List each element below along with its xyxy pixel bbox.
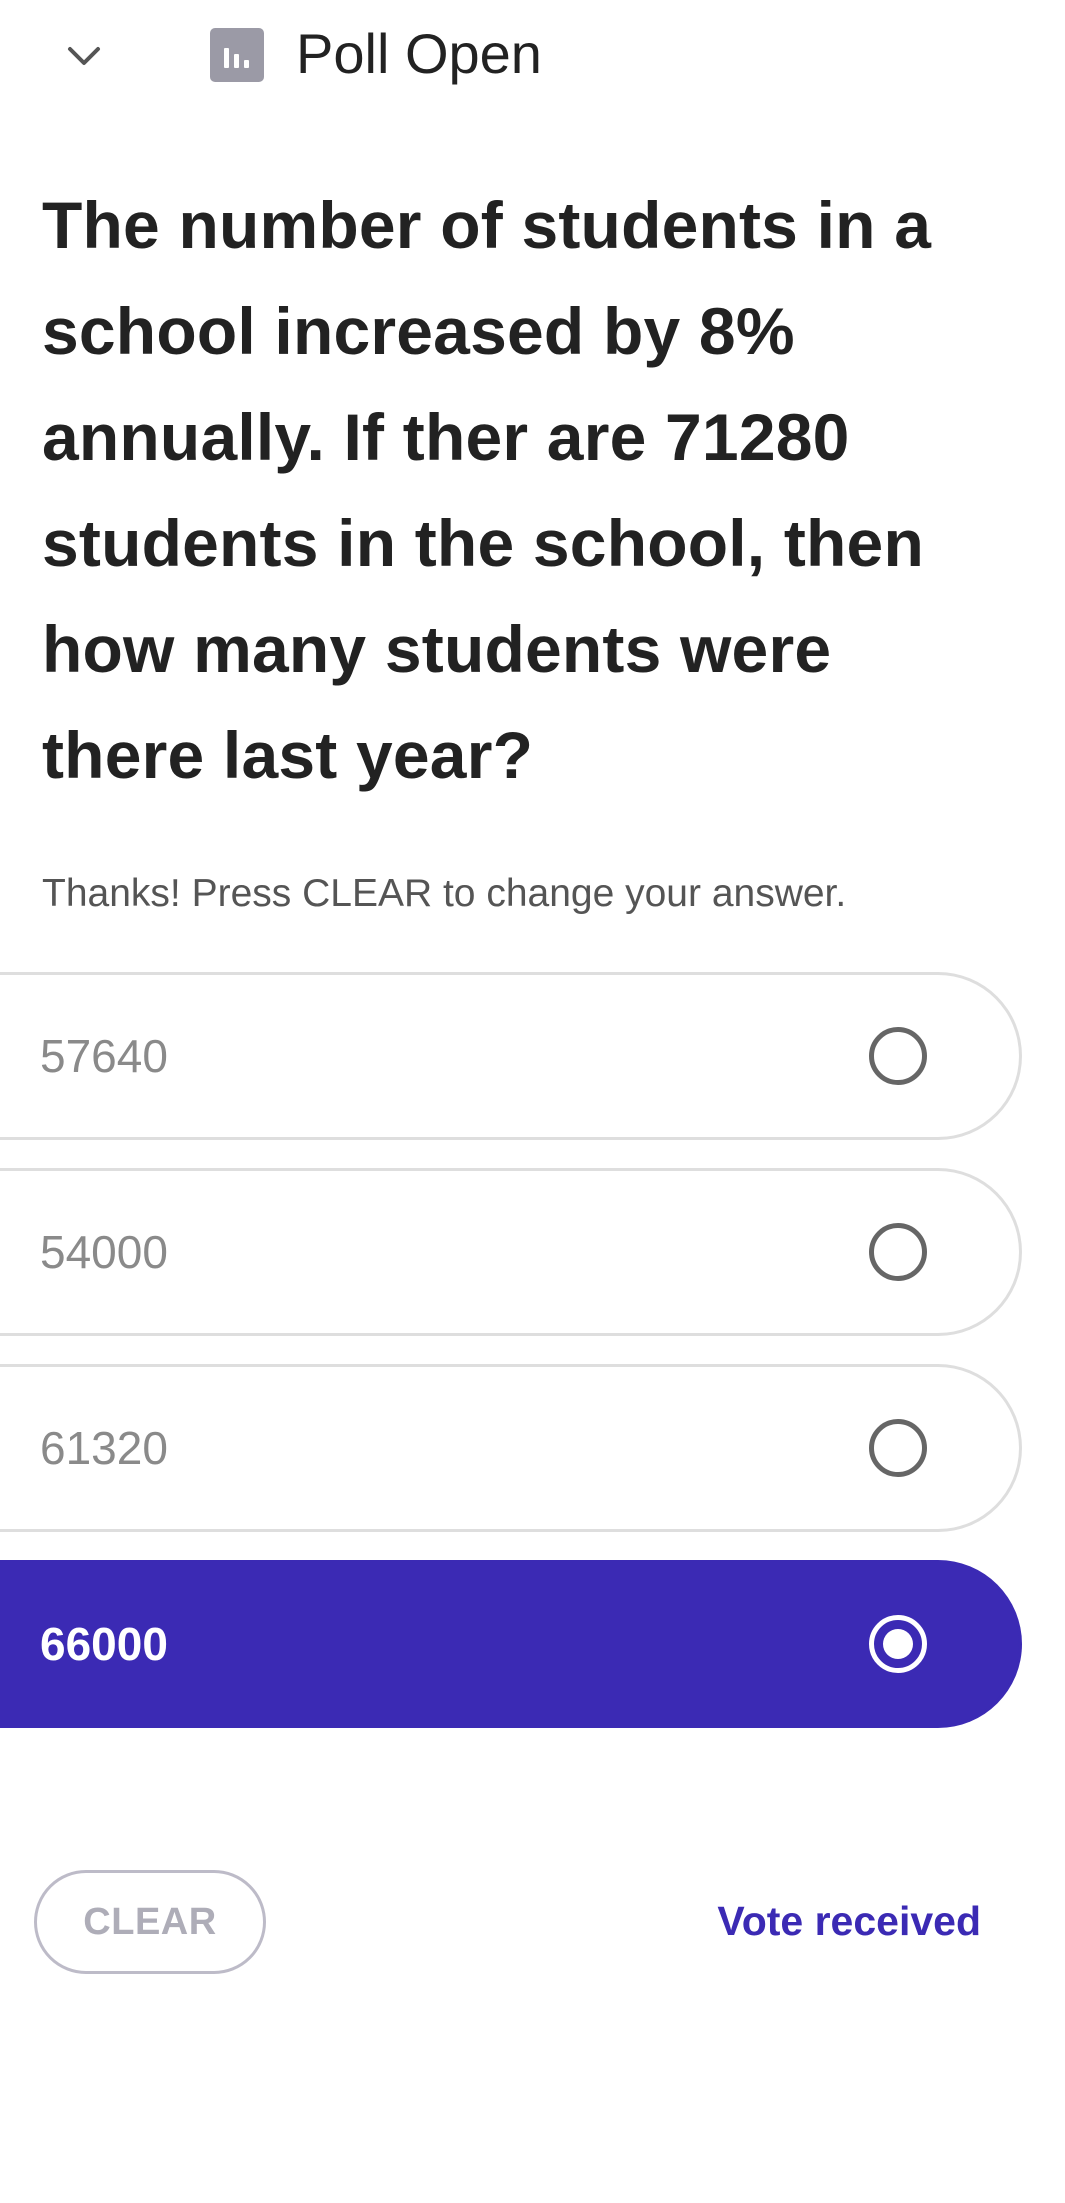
radio-unchecked-icon xyxy=(869,1419,927,1477)
collapse-button[interactable] xyxy=(58,30,110,82)
poll-header: Poll Open xyxy=(0,0,1065,110)
answer-option-3[interactable]: 61320 xyxy=(0,1364,1022,1532)
answer-option-label: 57640 xyxy=(40,1030,168,1082)
answer-options: 57640 54000 61320 66000 xyxy=(0,972,1022,1756)
answer-option-label: 54000 xyxy=(40,1226,168,1278)
radio-checked-icon xyxy=(869,1615,927,1673)
vote-status-text: Vote received xyxy=(717,1898,981,1944)
radio-unchecked-icon xyxy=(869,1027,927,1085)
question-text: The number of students in a school incre… xyxy=(42,188,932,792)
poll-status-title: Poll Open xyxy=(296,22,542,85)
answer-option-4[interactable]: 66000 xyxy=(0,1560,1022,1728)
radio-unchecked-icon xyxy=(869,1223,927,1281)
bar-chart-icon xyxy=(210,28,264,82)
answer-option-2[interactable]: 54000 xyxy=(0,1168,1022,1336)
answer-option-label: 61320 xyxy=(40,1422,168,1474)
helper-text: Thanks! Press CLEAR to change your answe… xyxy=(42,872,847,915)
chevron-down-icon xyxy=(68,47,100,65)
clear-button[interactable]: CLEAR xyxy=(34,1870,266,1974)
answer-option-1[interactable]: 57640 xyxy=(0,972,1022,1140)
answer-option-label: 66000 xyxy=(40,1618,168,1670)
